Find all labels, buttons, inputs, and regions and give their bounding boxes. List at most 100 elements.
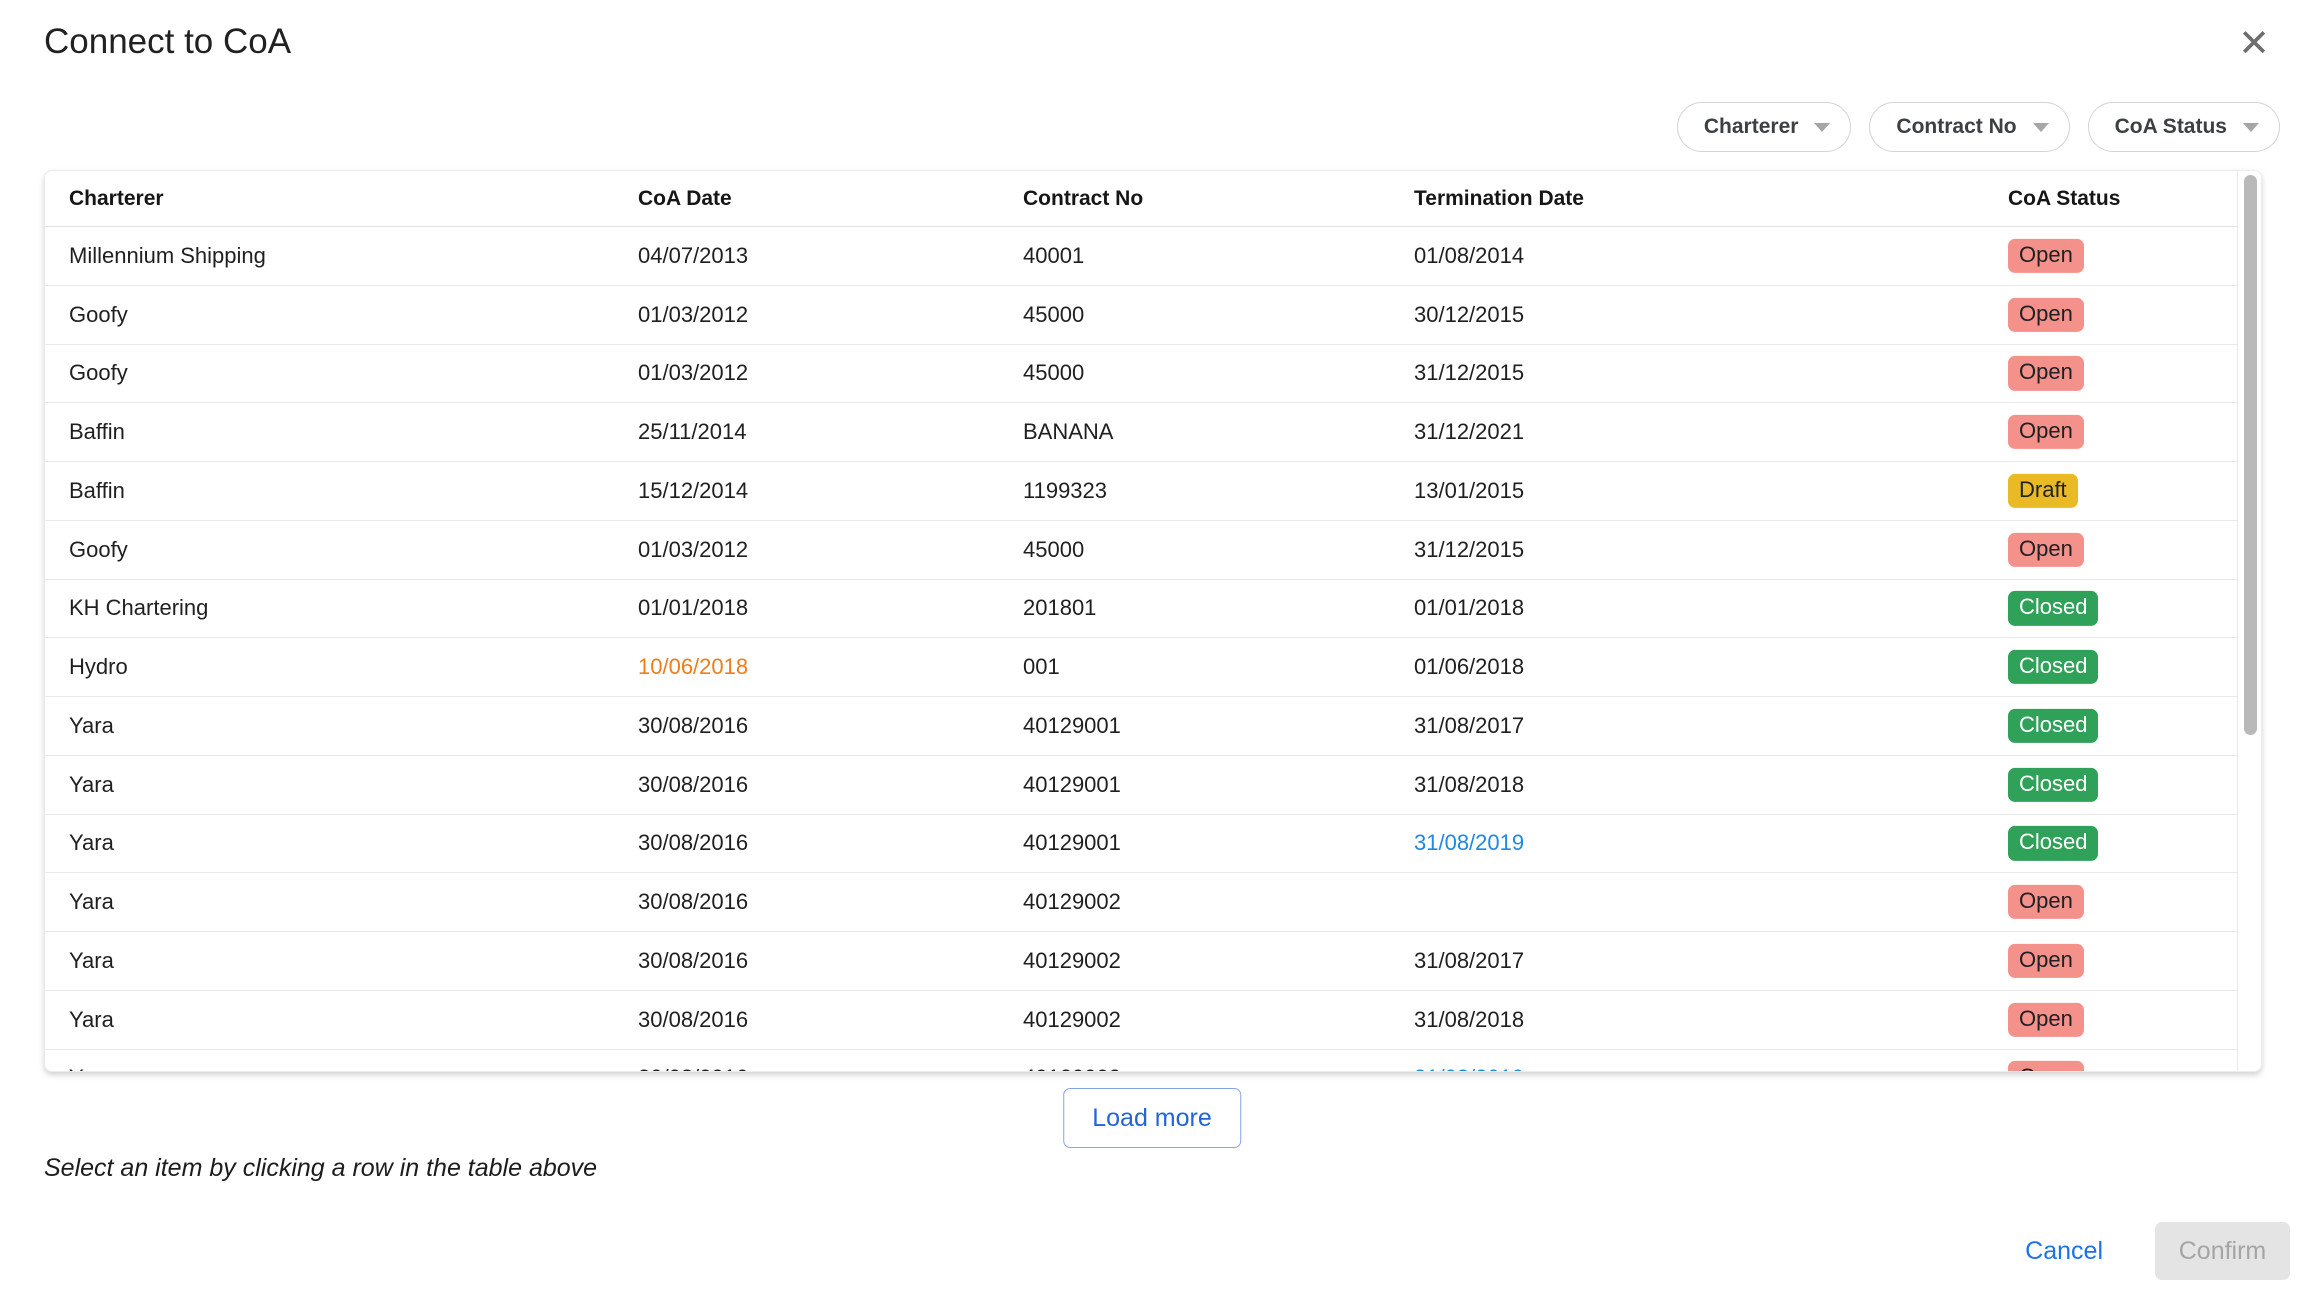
table-row[interactable]: Baffin 15/12/2014 1199323 13/01/2015 Dra… (45, 462, 2238, 521)
cell-coa-date: 30/08/2016 (638, 948, 748, 974)
cell-contract-no: 45000 (1023, 302, 1084, 328)
table-body: Millennium Shipping 04/07/2013 40001 01/… (45, 227, 2261, 1072)
status-badge: Closed (2008, 826, 2098, 860)
cell-termination-date[interactable]: 31/08/2019 (1414, 1065, 1524, 1072)
cell-coa-date: 30/08/2016 (638, 1065, 748, 1072)
close-button[interactable]: ✕ (2228, 18, 2280, 70)
table-row[interactable]: Hydro 10/06/2018 001 01/06/2018 Closed (45, 638, 2238, 697)
cell-charterer: Yara (69, 830, 114, 856)
cell-termination-date: 31/12/2015 (1414, 537, 1524, 563)
cell-charterer: Yara (69, 1007, 114, 1033)
filter-charterer[interactable]: Charterer (1677, 102, 1852, 152)
column-header-charterer: Charterer (69, 187, 164, 211)
filter-contract-no[interactable]: Contract No (1869, 102, 2069, 152)
selection-hint: Select an item by clicking a row in the … (44, 1154, 597, 1183)
modal-title: Connect to CoA (44, 22, 291, 62)
cell-charterer: Yara (69, 889, 114, 915)
cancel-button[interactable]: Cancel (2015, 1231, 2113, 1272)
table-row[interactable]: KH Chartering 01/01/2018 201801 01/01/20… (45, 580, 2238, 639)
table-scrollbar-thumb[interactable] (2244, 175, 2257, 735)
status-badge: Closed (2008, 709, 2098, 743)
cell-coa-date: 04/07/2013 (638, 243, 748, 269)
cell-coa-date: 25/11/2014 (638, 419, 746, 445)
cell-termination-date: 01/08/2014 (1414, 243, 1524, 269)
cell-contract-no: 40129001 (1023, 772, 1121, 798)
cell-contract-no: 45000 (1023, 360, 1084, 386)
cell-contract-no: 001 (1023, 654, 1060, 680)
table-header-row: Charterer CoA Date Contract No Terminati… (45, 171, 2238, 227)
table-row[interactable]: Yara 30/08/2016 40129001 31/08/2019 Clos… (45, 815, 2238, 874)
cell-charterer: Yara (69, 1065, 114, 1072)
cell-termination-date: 01/01/2018 (1414, 595, 1524, 621)
footer-actions: Cancel Confirm (2015, 1222, 2290, 1280)
cell-termination-date: 13/01/2015 (1414, 478, 1524, 504)
table-row[interactable]: Baffin 25/11/2014 BANANA 31/12/2021 Open (45, 403, 2238, 462)
table-row[interactable]: Yara 30/08/2016 40129001 31/08/2018 Clos… (45, 756, 2238, 815)
cell-coa-date: 01/01/2018 (638, 595, 748, 621)
column-header-coa-status: CoA Status (2008, 187, 2120, 211)
status-badge: Open (2008, 356, 2084, 390)
cell-termination-date: 31/08/2017 (1414, 713, 1524, 739)
cell-charterer: Hydro (69, 654, 128, 680)
status-badge: Open (2008, 533, 2084, 567)
cell-contract-no: 40129002 (1023, 1065, 1121, 1072)
table-row[interactable]: Goofy 01/03/2012 45000 31/12/2015 Open (45, 521, 2238, 580)
column-header-coa-date: CoA Date (638, 187, 732, 211)
cell-charterer: Yara (69, 772, 114, 798)
filter-bar: Charterer Contract No CoA Status (1677, 102, 2280, 152)
status-badge: Open (2008, 885, 2084, 919)
connect-to-coa-modal: Connect to CoA ✕ Charterer Contract No C… (0, 0, 2304, 1297)
cell-charterer: Millennium Shipping (69, 243, 266, 269)
cell-coa-date: 30/08/2016 (638, 713, 748, 739)
column-header-termination-date: Termination Date (1414, 187, 1584, 211)
cell-charterer: Goofy (69, 537, 128, 563)
table-row[interactable]: Goofy 01/03/2012 45000 30/12/2015 Open (45, 286, 2238, 345)
filter-coa-status-label: CoA Status (2115, 115, 2227, 139)
cell-termination-date: 30/12/2015 (1414, 302, 1524, 328)
filter-contract-no-label: Contract No (1896, 115, 2016, 139)
cell-contract-no: 45000 (1023, 537, 1084, 563)
table-row[interactable]: Millennium Shipping 04/07/2013 40001 01/… (45, 227, 2238, 286)
cell-termination-date: 31/08/2017 (1414, 948, 1524, 974)
cell-termination-date: 31/08/2018 (1414, 772, 1524, 798)
cell-charterer: Baffin (69, 478, 125, 504)
coa-table: Charterer CoA Date Contract No Terminati… (44, 170, 2262, 1072)
table-row[interactable]: Yara 30/08/2016 40129002 31/08/2017 Open (45, 932, 2238, 991)
load-more-button[interactable]: Load more (1063, 1088, 1241, 1148)
confirm-button[interactable]: Confirm (2155, 1222, 2290, 1280)
status-badge: Draft (2008, 474, 2078, 508)
cell-termination-date[interactable]: 31/08/2019 (1414, 830, 1524, 856)
filter-charterer-label: Charterer (1704, 115, 1799, 139)
cell-contract-no: 40129001 (1023, 830, 1121, 856)
table-row[interactable]: Yara 30/08/2016 40129002 31/08/2018 Open (45, 991, 2238, 1050)
table-row[interactable]: Goofy 01/03/2012 45000 31/12/2015 Open (45, 345, 2238, 404)
status-badge: Open (2008, 239, 2084, 273)
status-badge: Open (2008, 1003, 2084, 1037)
cell-charterer: Goofy (69, 360, 128, 386)
status-badge: Closed (2008, 591, 2098, 625)
cell-contract-no: BANANA (1023, 419, 1113, 445)
cell-termination-date: 31/12/2021 (1414, 419, 1524, 445)
cell-contract-no: 40129002 (1023, 1007, 1121, 1033)
cell-charterer: Yara (69, 948, 114, 974)
filter-coa-status[interactable]: CoA Status (2088, 102, 2280, 152)
status-badge: Open (2008, 298, 2084, 332)
cell-contract-no: 40129001 (1023, 713, 1121, 739)
table-row[interactable]: Yara 30/08/2016 40129001 31/08/2017 Clos… (45, 697, 2238, 756)
cell-contract-no: 40129002 (1023, 948, 1121, 974)
cell-termination-date: 31/12/2015 (1414, 360, 1524, 386)
cell-contract-no: 40001 (1023, 243, 1084, 269)
close-icon: ✕ (2238, 25, 2270, 63)
status-badge: Closed (2008, 768, 2098, 802)
cell-coa-date: 30/08/2016 (638, 830, 748, 856)
cell-termination-date: 01/06/2018 (1414, 654, 1524, 680)
table-scrollbar-track[interactable] (2237, 171, 2261, 1071)
chevron-down-icon (2243, 123, 2259, 132)
table-row[interactable]: Yara 30/08/2016 40129002 31/08/2019 Open (45, 1050, 2238, 1073)
chevron-down-icon (1814, 123, 1830, 132)
chevron-down-icon (2033, 123, 2049, 132)
status-badge: Open (2008, 415, 2084, 449)
cell-coa-date: 10/06/2018 (638, 654, 748, 680)
cell-charterer: Baffin (69, 419, 125, 445)
table-row[interactable]: Yara 30/08/2016 40129002 Open (45, 873, 2238, 932)
